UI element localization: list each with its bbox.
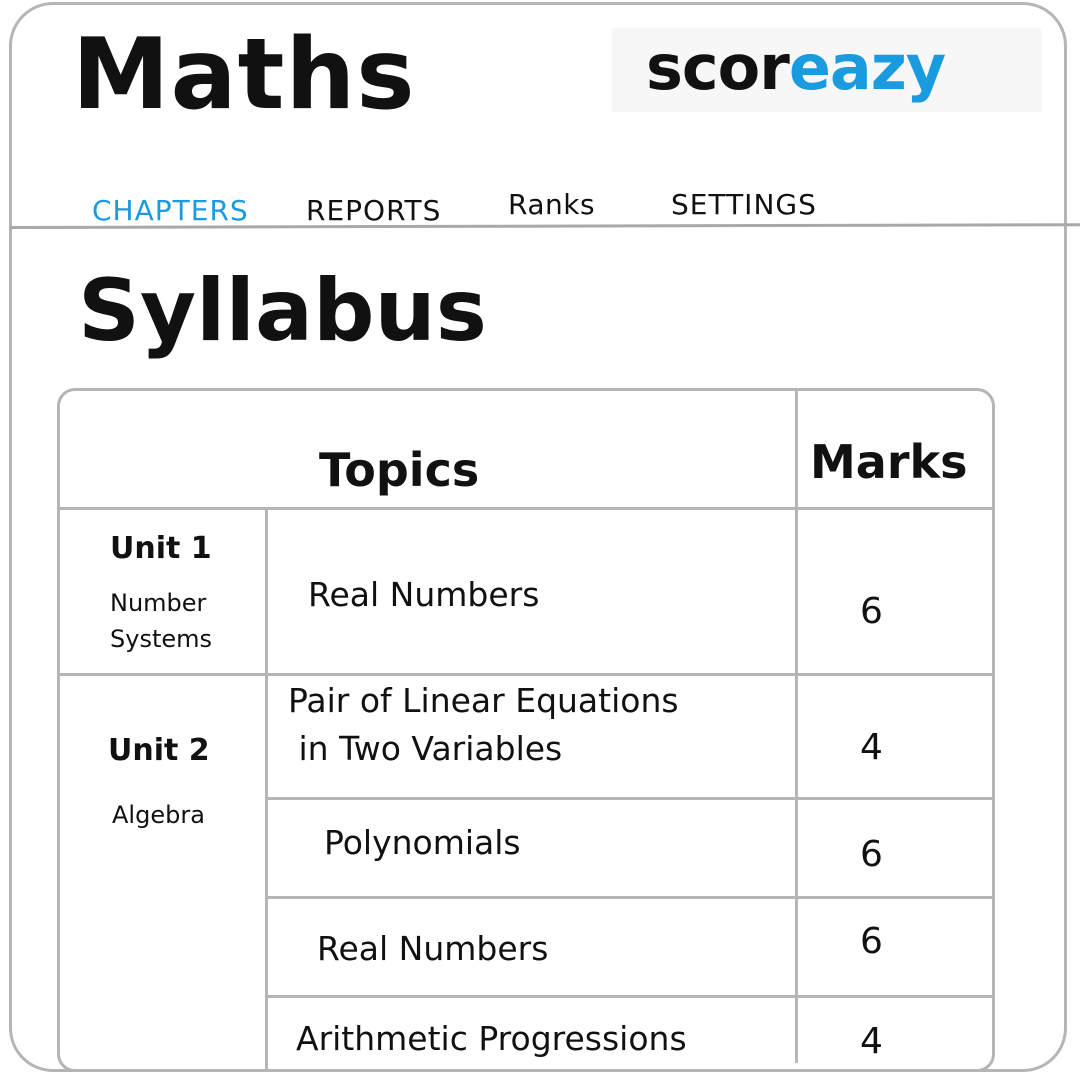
scoreazy-logo: scoreazy bbox=[646, 31, 946, 104]
topic-cell: Real Numbers bbox=[308, 575, 540, 614]
tab-ranks[interactable]: Ranks bbox=[508, 188, 595, 221]
row-divider bbox=[266, 797, 992, 800]
tab-settings[interactable]: SETTINGS bbox=[671, 188, 817, 221]
row-divider bbox=[266, 896, 992, 899]
unit-1-subtitle: Systems bbox=[110, 625, 212, 653]
logo-container: scoreazy bbox=[612, 28, 1042, 112]
header-topics: Topics bbox=[319, 443, 480, 497]
marks-column-divider bbox=[795, 391, 798, 1063]
tab-reports[interactable]: REPORTS bbox=[306, 194, 441, 227]
section-title: Syllabus bbox=[78, 261, 487, 361]
unit-divider bbox=[60, 673, 992, 676]
marks-cell: 4 bbox=[860, 727, 883, 768]
unit-1-title: Unit 1 bbox=[110, 531, 212, 566]
row-divider bbox=[266, 995, 992, 998]
topic-cell: Arithmetic Progressions bbox=[296, 1019, 687, 1058]
marks-cell: 4 bbox=[860, 1021, 883, 1062]
unit-2-subtitle: Algebra bbox=[112, 801, 205, 829]
unit-1-subtitle: Number bbox=[110, 589, 207, 617]
topic-cell: in Two Variables bbox=[288, 729, 563, 768]
table-header-divider bbox=[60, 507, 992, 510]
page-title: Maths bbox=[72, 18, 416, 132]
topic-cell: Pair of Linear Equations bbox=[288, 681, 679, 720]
header-marks: Marks bbox=[810, 435, 968, 489]
logo-text-dark: scor bbox=[646, 31, 790, 104]
unit-2-title: Unit 2 bbox=[108, 733, 210, 768]
marks-cell: 6 bbox=[860, 591, 883, 632]
marks-cell: 6 bbox=[860, 834, 883, 875]
logo-text-blue: eazy bbox=[788, 31, 946, 104]
topic-cell: Polynomials bbox=[324, 823, 521, 862]
unit-column-divider bbox=[265, 507, 268, 1069]
topic-cell: Real Numbers bbox=[317, 929, 549, 968]
marks-cell: 6 bbox=[860, 921, 883, 962]
tab-chapters[interactable]: CHAPTERS bbox=[92, 194, 249, 227]
syllabus-table: Topics Marks Unit 1 Number Systems Unit … bbox=[57, 388, 995, 1072]
